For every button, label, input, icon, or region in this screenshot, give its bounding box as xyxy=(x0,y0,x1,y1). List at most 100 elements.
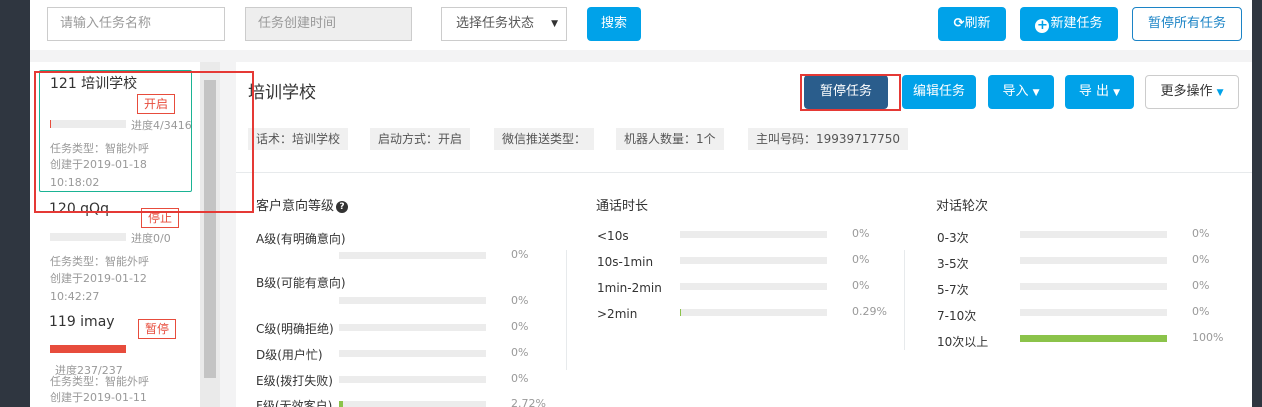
stat-bar xyxy=(680,257,827,264)
stat-percent: 0% xyxy=(1192,305,1210,318)
stat-label: >2min xyxy=(597,307,638,321)
stat-percent: 0% xyxy=(852,253,870,266)
task-progress-text: 进度0/0 xyxy=(131,232,171,245)
stat-label: F级(无效客户) xyxy=(256,399,333,407)
stat-bar-fill xyxy=(1020,335,1167,342)
status-badge: 开启 xyxy=(137,94,176,114)
section-divider xyxy=(236,172,1252,173)
stat-percent: 0.29% xyxy=(852,305,887,318)
task-progress-bar xyxy=(50,345,126,353)
stat-percent: 0% xyxy=(1192,253,1210,266)
app-right-edge xyxy=(1252,0,1262,407)
stat-percent: 0% xyxy=(511,294,529,307)
task-list-scrollbar-thumb[interactable] xyxy=(204,80,216,378)
search-button[interactable]: 搜索 xyxy=(587,7,641,41)
stat-percent: 0% xyxy=(1192,279,1210,292)
refresh-button[interactable]: ⟳刷新 xyxy=(938,7,1006,41)
new-task-button[interactable]: + 新建任务 xyxy=(1020,7,1118,41)
stat-percent: 0% xyxy=(852,227,870,240)
new-task-label: 新建任务 xyxy=(1050,16,1103,31)
stat-bar xyxy=(339,350,486,357)
stat-label: B级(可能有意向) xyxy=(256,276,346,290)
stat-label: 10s-1min xyxy=(597,255,654,269)
task-progress-fill xyxy=(50,345,126,353)
caret-down-icon: ▼ xyxy=(1113,88,1121,98)
status-badge: 停止 xyxy=(141,208,180,228)
stat-label: C级(明确拒绝) xyxy=(256,322,334,336)
task-name-input[interactable]: 请输入任务名称 xyxy=(47,7,225,41)
task-type: 任务类型：智能外呼 xyxy=(50,375,149,388)
stat-label: 7-10次 xyxy=(937,309,977,323)
task-created-time: 10:18:02 xyxy=(50,176,100,189)
edit-task-button[interactable]: 编辑任务 xyxy=(902,75,976,109)
task-progress-bar xyxy=(50,120,126,128)
task-progress-text: 进度4/3416 xyxy=(131,119,192,132)
task-item-title[interactable]: 119 imay xyxy=(49,314,115,330)
info-chip-wechat-push: 微信推送类型： xyxy=(494,128,595,150)
stat-label: 10次以上 xyxy=(937,335,989,349)
info-chip-start-mode: 启动方式：开启 xyxy=(370,128,471,150)
status-select-label: 选择任务状态 xyxy=(456,16,535,31)
status-select[interactable]: 选择任务状态 ▼ xyxy=(441,7,567,41)
column-divider xyxy=(566,250,567,370)
stat-bar xyxy=(680,231,827,238)
stat-bar xyxy=(339,324,486,331)
caret-down-icon: ▼ xyxy=(1216,88,1224,98)
refresh-label: 刷新 xyxy=(964,16,991,31)
app-sidebar-edge xyxy=(0,0,30,407)
task-item-title[interactable]: 121 培训学校 xyxy=(50,73,137,93)
task-type: 任务类型：智能外呼 xyxy=(50,142,149,155)
pause-all-button[interactable]: 暂停所有任务 xyxy=(1132,7,1242,41)
info-chip-robot-count: 机器人数量：1个 xyxy=(616,128,724,150)
stat-percent: 2.72% xyxy=(511,397,546,407)
intent-level-title-text: 客户意向等级 xyxy=(256,199,335,214)
call-duration-title: 通话时长 xyxy=(596,199,649,214)
stat-bar xyxy=(1020,309,1167,316)
stat-bar xyxy=(339,401,486,407)
stat-label: 3-5次 xyxy=(937,257,969,271)
stat-bar xyxy=(680,283,827,290)
page-title: 培训学校 xyxy=(248,83,316,103)
stat-bar-fill xyxy=(339,401,343,407)
created-time-input[interactable]: 任务创建时间 xyxy=(245,7,412,41)
intent-level-title: 客户意向等级? xyxy=(256,195,349,214)
stat-percent: 0% xyxy=(511,248,529,261)
dialog-rounds-title: 对话轮次 xyxy=(936,199,989,214)
task-type: 任务类型：智能外呼 xyxy=(50,255,149,268)
stat-percent: 0% xyxy=(1192,227,1210,240)
more-actions-label: 更多操作 xyxy=(1160,84,1213,99)
stat-bar xyxy=(339,252,486,259)
stat-bar xyxy=(1020,231,1167,238)
stat-label: 5-7次 xyxy=(937,283,969,297)
help-icon[interactable]: ? xyxy=(336,201,349,213)
stat-bar xyxy=(680,309,827,316)
task-created-date: 创建于2019-01-12 xyxy=(50,272,147,285)
import-dropdown-button[interactable]: 导入 ▼ xyxy=(988,75,1054,109)
task-created-time: 10:42:27 xyxy=(50,290,100,303)
refresh-icon: ⟳ xyxy=(953,16,965,31)
task-item-title[interactable]: 120 qQq xyxy=(49,201,109,217)
stat-bar xyxy=(339,376,486,383)
stat-label: 0-3次 xyxy=(937,231,969,245)
stat-label: <10s xyxy=(597,229,629,243)
caret-down-icon: ▼ xyxy=(1032,88,1040,98)
stat-label: A级(有明确意向) xyxy=(256,232,346,246)
status-badge: 暂停 xyxy=(138,319,177,339)
stat-bar xyxy=(1020,335,1167,342)
stat-percent: 100% xyxy=(1192,331,1224,344)
plus-circle-icon: + xyxy=(1035,18,1050,33)
caret-down-icon: ▼ xyxy=(551,19,558,29)
column-divider xyxy=(904,250,905,350)
stat-bar xyxy=(339,297,486,304)
import-label: 导入 xyxy=(1002,84,1029,99)
task-progress-bar xyxy=(50,233,126,241)
stat-percent: 0% xyxy=(511,372,529,385)
pause-task-button[interactable]: 暂停任务 xyxy=(804,75,888,109)
export-dropdown-button[interactable]: 导 出 ▼ xyxy=(1065,75,1134,109)
export-label: 导 出 xyxy=(1078,84,1110,99)
stat-percent: 0% xyxy=(511,346,529,359)
task-created-date: 创建于2019-01-18 xyxy=(50,158,147,171)
task-created-date: 创建于2019-01-11 xyxy=(50,391,147,404)
stat-label: D级(用户忙) xyxy=(256,348,323,362)
more-actions-button[interactable]: 更多操作 ▼ xyxy=(1145,75,1239,109)
